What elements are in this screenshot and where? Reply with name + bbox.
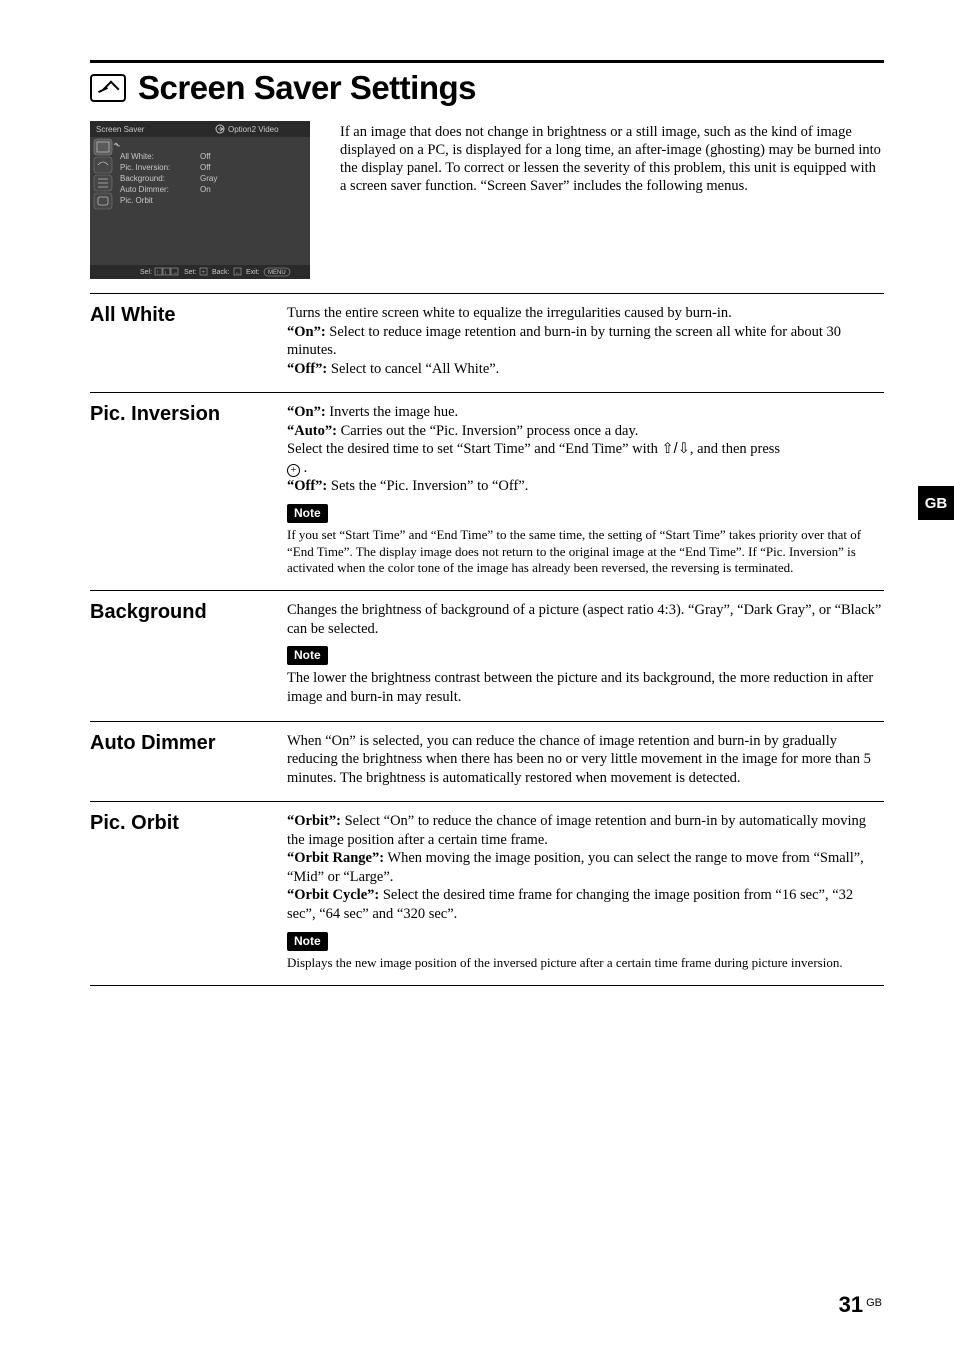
shot-foot-set: Set: [184,269,197,276]
section-body: Turns the entire screen white to equaliz… [287,304,884,378]
section: All White Turns the entire screen white t… [90,293,884,392]
svg-text:+: + [202,270,206,276]
end-rule [90,985,884,986]
svg-text:←: ← [235,270,241,276]
intro-row: Screen Saver Option2 Video All White: Of… [90,121,884,279]
menu-screenshot: Screen Saver Option2 Video All White: Of… [90,121,310,279]
body-kv: “Auto”: Carries out the “Pic. Inversion”… [287,422,884,441]
section: Auto DimmerWhen “On” is selected, you ca… [90,721,884,802]
body-kv: “On”: Select to reduce image retention a… [287,323,884,360]
shot-row-3-val: On [200,185,211,194]
shot-row-2-label: Background: [120,174,165,183]
note-label: Note [287,504,328,523]
body-kv: “Orbit Cycle”: Select the desired time f… [287,886,884,923]
body-kv: “Off”: Select to cancel “All White”. [287,360,884,379]
shot-row-1-label: Pic. Inversion: [120,163,170,172]
section-heading: Background [90,601,275,707]
shot-row-0-val: Off [200,152,211,161]
page-number: 31GB [839,1292,882,1318]
shot-row-1-val: Off [200,163,211,172]
svg-text:↑: ↑ [156,270,159,276]
shot-row-0-label: All White: [120,152,154,161]
title-row: Screen Saver Settings [90,69,884,107]
wrench-icon [90,74,126,102]
body-kv: “Orbit”: Select “On” to reduce the chanc… [287,812,884,849]
section: Background Changes the brightness of back… [90,590,884,721]
shot-row-2-val: Gray [200,174,217,183]
enter-plus-icon: + [287,464,300,477]
body-kv: “Orbit Range”: When moving the image pos… [287,849,884,886]
body-kv: “On”: Inverts the image hue. [287,403,884,422]
up-down-arrows-icon: ⇧/⇩ [662,441,690,457]
note-text: Displays the new image position of the i… [287,955,884,971]
body-kv: “Off”: Sets the “Pic. Inversion” to “Off… [287,477,884,496]
intro-text: If an image that does not change in brig… [340,121,884,279]
note-text: If you set “Start Time” and “End Time” t… [287,527,884,576]
section-body: When “On” is selected, you can reduce th… [287,732,884,788]
shot-title: Screen Saver [96,125,145,134]
svg-text:→: → [172,270,178,276]
section-heading: Pic. Inversion [90,403,275,576]
region-tab: GB [918,486,954,520]
page-number-big: 31 [839,1292,863,1317]
section-body: “On”: Inverts the image hue.“Auto”: Carr… [287,403,884,576]
note-text: The lower the brightness contrast betwee… [287,669,884,706]
body-text: When “On” is selected, you can reduce th… [287,732,884,788]
body-text: Turns the entire screen white to equaliz… [287,304,884,323]
shot-row-4-label: Pic. Orbit [120,196,154,205]
page-title: Screen Saver Settings [138,69,476,107]
shot-foot-exit: Exit: [246,269,260,276]
section: Pic. Orbit “Orbit”: Select “On” to reduce… [90,801,884,985]
note-label: Note [287,932,328,951]
section-body: Changes the brightness of background of … [287,601,884,707]
section-heading: All White [90,304,275,378]
svg-text:↓: ↓ [164,270,167,276]
shot-foot-sel: Sel: [140,269,152,276]
body-text: Changes the brightness of background of … [287,601,884,638]
section-body: “Orbit”: Select “On” to reduce the chanc… [287,812,884,971]
shot-foot-menu: MENU [268,270,286,276]
shot-source: Option2 Video [228,125,279,134]
shot-foot-back: Back: [212,269,230,276]
enter-icon-line: + . [287,459,884,478]
section-heading: Pic. Orbit [90,812,275,971]
body-select-line: Select the desired time to set “Start Ti… [287,440,884,459]
shot-row-3-label: Auto Dimmer: [120,185,169,194]
section: Pic. Inversion“On”: Inverts the image hu… [90,392,884,590]
note-label: Note [287,646,328,665]
page-number-suffix: GB [866,1297,882,1309]
section-heading: Auto Dimmer [90,732,275,788]
top-rule [90,60,884,63]
